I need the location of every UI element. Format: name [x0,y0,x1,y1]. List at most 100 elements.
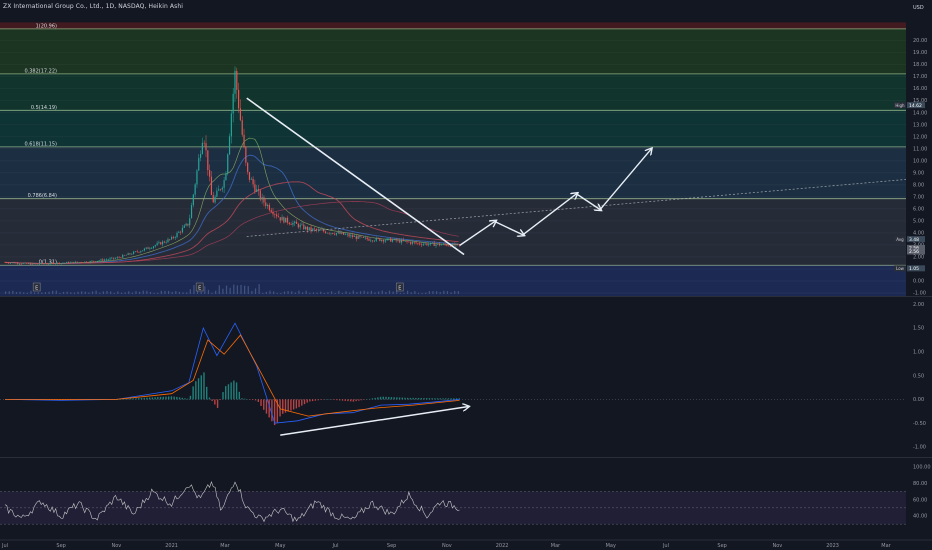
candle-body [377,237,379,239]
macd-histogram-bar [317,399,319,401]
volume-bar [164,290,166,294]
volume-bar [117,291,119,294]
macd-histogram-bar [390,397,393,400]
volume-bar [374,292,376,294]
volume-bar [211,292,213,294]
candle-body [13,262,15,264]
macd-axis-tick: -1.00 [913,445,926,451]
time-axis-tick: Jul [1,543,8,549]
time-axis-tick: Nov [772,543,782,549]
candle-body [219,189,222,190]
time-axis-tick: Jul [662,543,669,549]
macd-histogram-bar [368,398,371,400]
candle-body [225,173,227,181]
price-axis-tick: 18.00 [913,62,927,68]
price-axis-tick: -1.00 [913,291,926,297]
volume-bar [352,290,354,294]
candle-body [270,210,272,212]
candle-body [402,239,404,242]
macd-axis-tick: 0.00 [913,397,924,403]
volume-bar [320,291,322,294]
macd-histogram-bar [127,398,129,400]
candle-body [185,223,187,226]
candle-body [388,238,390,239]
macd-histogram-bar [420,398,423,400]
macd-histogram-bar [195,381,197,400]
macd-histogram-bar [426,398,428,400]
candle-body [214,196,216,203]
volume-bar [229,287,231,294]
candle-body [82,262,84,264]
candle-body [223,180,225,188]
macd-histogram-bar [306,399,308,403]
macd-histogram-bar [219,399,221,400]
macd-histogram-bar [349,399,352,402]
candle-body [272,211,274,215]
volume-bar [41,292,43,294]
candle-body [408,241,410,243]
price-axis-tick: 14.00 [913,110,927,116]
volume-bar [23,292,25,294]
candle-body [138,251,140,253]
candle-body [355,236,357,239]
macd-histogram-bar [287,399,289,412]
volume-bar [356,292,358,294]
macd-histogram-bar [173,396,175,400]
volume-bar [26,292,28,294]
time-axis-tick: May [275,543,285,549]
candle-body [103,259,106,261]
volume-bar [421,292,423,294]
candle-body [292,222,294,225]
volume-bar [388,290,391,294]
price-label-tag: High [895,103,905,108]
volume-bar [153,292,155,294]
candle-body [455,243,457,246]
price-axis-tick: 11.00 [913,146,927,152]
macd-histogram-bar [393,397,395,400]
macd-histogram-bar [159,396,162,400]
price-axis-tick: 4.00 [913,231,924,237]
candle-body [442,243,444,245]
volume-bar [120,292,123,294]
volume-bar [8,291,10,294]
volume-bar [70,292,72,294]
candle-body [120,257,122,258]
candle-body [448,245,450,247]
price-axis-tick: 7.00 [913,194,924,200]
candle-body [261,197,263,200]
macd-histogram-bar [347,399,349,402]
candle-body [212,195,214,203]
price-axis-tick: 9.00 [913,170,924,176]
macd-histogram-bar [423,398,425,400]
volume-bar [392,291,394,294]
macd-histogram-bar [260,399,262,406]
macd-histogram-bar [409,397,412,400]
candle-body [252,178,254,185]
chart-canvas: 1(20.96) 0.382(17.22) 0.5(14.19) 0.618(11.1… [0,0,932,550]
macd-histogram-bar [170,396,173,400]
candle-body [136,251,138,252]
fib-zone [0,28,906,74]
macd-histogram-bar [167,396,170,400]
macd-histogram-bar [450,398,452,400]
macd-histogram-bar [140,398,143,400]
candle-body [265,202,267,207]
candle-body [161,241,164,245]
candle-body [149,248,151,249]
macd-histogram-bar [401,397,403,400]
candle-body [446,244,448,246]
macd-histogram-bar [442,398,444,400]
volume-bar [171,292,173,294]
candle-body [18,263,21,265]
candle-body [341,232,343,234]
macd-histogram-bar [352,399,355,402]
macd-histogram-bar [208,397,211,400]
volume-bar [19,291,21,294]
volume-bar [283,291,286,294]
volume-bar [77,291,79,294]
macd-histogram-bar [396,397,398,400]
candle-body [368,239,370,241]
currency-label: USD [913,5,924,11]
volume-bar [432,291,434,294]
candle-body [87,262,89,264]
